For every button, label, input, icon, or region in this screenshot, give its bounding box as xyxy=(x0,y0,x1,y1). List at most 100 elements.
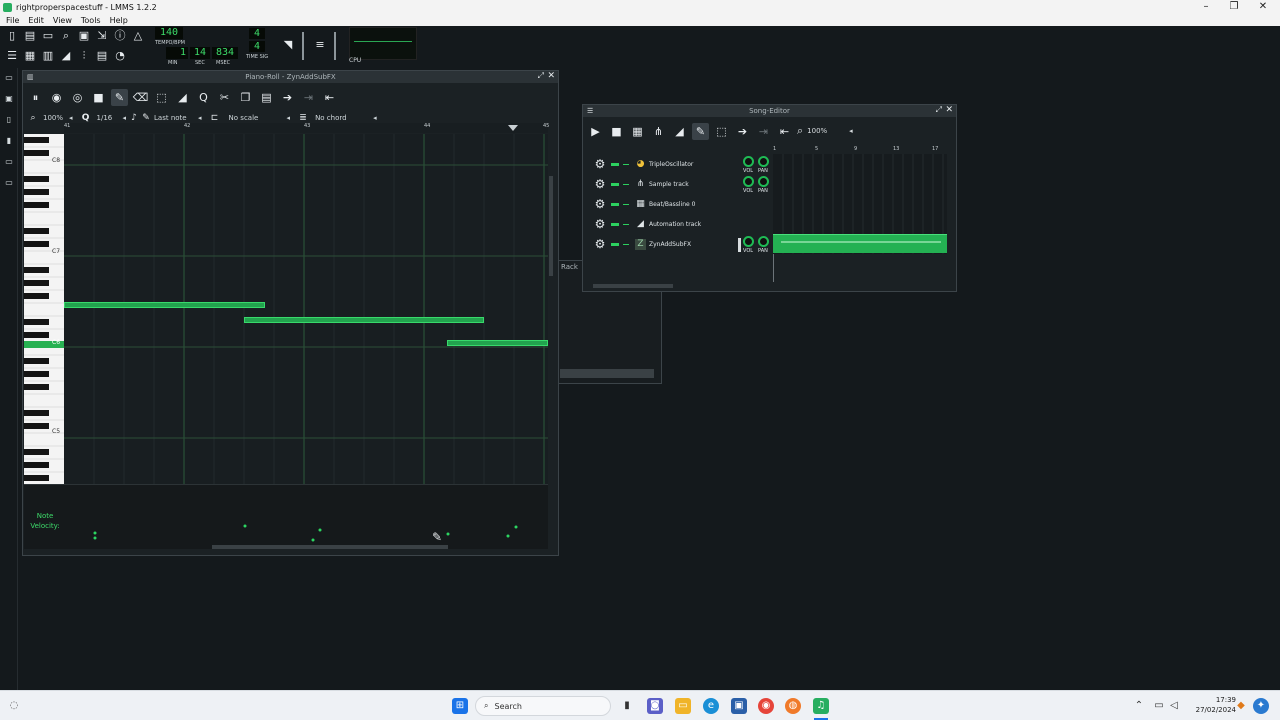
open-project-icon[interactable]: ▭ xyxy=(41,29,55,43)
song-editor-close-icon[interactable]: ✕ xyxy=(945,105,953,115)
notification-bell-icon[interactable]: ◆ xyxy=(1233,698,1249,714)
start-button-icon[interactable]: ⊞ xyxy=(452,698,468,714)
copy-icon[interactable]: ❐ xyxy=(237,89,254,106)
track-name[interactable]: ZynAddSubFX xyxy=(649,241,691,248)
record-icon[interactable]: ◉ xyxy=(48,89,65,106)
chord-dropdown-arrow-icon[interactable]: ◂ xyxy=(373,114,377,122)
cut-icon[interactable]: ✂ xyxy=(216,89,233,106)
widgets-icon[interactable]: ◌ xyxy=(6,698,22,714)
project-notes-icon[interactable]: ▤ xyxy=(95,49,109,63)
track-solo-toggle[interactable] xyxy=(623,223,629,225)
zynaddsubfx-pattern-clip[interactable] xyxy=(773,234,947,253)
firefox-icon[interactable]: ◍ xyxy=(785,698,801,714)
menu-tools[interactable]: Tools xyxy=(81,16,101,25)
paste-icon[interactable]: ▤ xyxy=(258,89,275,106)
chord-value[interactable]: No chord xyxy=(315,114,373,122)
controller-rack-icon[interactable]: ◔ xyxy=(113,49,127,63)
stop-icon[interactable]: ■ xyxy=(90,89,107,106)
my-presets-icon[interactable]: ▮ xyxy=(4,136,14,146)
copilot-icon[interactable]: ✦ xyxy=(1253,698,1269,714)
instrument-plugins-icon[interactable]: ▭ xyxy=(4,73,14,83)
track-settings-gear-icon[interactable]: ⚙ xyxy=(593,197,607,211)
track-name[interactable]: Beat/Bassline 0 xyxy=(649,201,695,208)
track-settings-gear-icon[interactable]: ⚙ xyxy=(593,177,607,191)
time-sig-numerator[interactable]: 4 xyxy=(249,28,265,39)
note-block[interactable] xyxy=(447,340,548,346)
track-row[interactable]: ⚙ ▦ Beat/Bassline 0 xyxy=(584,194,771,214)
file-explorer-icon[interactable]: ▭ xyxy=(675,698,691,714)
song-loop-points-icon[interactable]: ⇥ xyxy=(755,123,772,140)
network-icon[interactable]: ▭ xyxy=(1151,698,1167,714)
track-settings-gear-icon[interactable]: ⚙ xyxy=(593,237,607,251)
maximize-button[interactable]: ❐ xyxy=(1220,0,1248,14)
my-samples-icon[interactable]: ▯ xyxy=(4,115,14,125)
fx-mixer-icon[interactable]: ⫶ xyxy=(77,49,91,63)
track-name[interactable]: Automation track xyxy=(649,221,701,228)
rack-scrollbar[interactable] xyxy=(560,369,654,378)
scale-value[interactable]: No scale xyxy=(229,114,287,122)
track-volume-knob[interactable] xyxy=(743,236,754,247)
close-button[interactable]: ✕ xyxy=(1249,0,1277,14)
track-solo-toggle[interactable] xyxy=(623,163,629,165)
add-automation-track-icon[interactable]: ◢ xyxy=(671,123,688,140)
time-sig-denominator[interactable]: 4 xyxy=(249,41,265,52)
note-grid[interactable] xyxy=(64,134,548,484)
recent-projects-icon[interactable]: ⌕ xyxy=(59,29,73,43)
edge-icon[interactable]: e xyxy=(703,698,719,714)
piano-roll-vertical-scrollbar[interactable] xyxy=(549,176,553,276)
beat-bassline-icon[interactable]: ▦ xyxy=(23,49,37,63)
track-solo-toggle[interactable] xyxy=(623,183,629,185)
piano-roll-close-icon[interactable]: ✕ xyxy=(547,71,555,81)
track-solo-toggle[interactable] xyxy=(623,203,629,205)
quantize-value[interactable]: 1/16 xyxy=(97,114,123,122)
new-from-template-icon[interactable]: ▤ xyxy=(23,29,37,43)
scale-dropdown-arrow-icon[interactable]: ◂ xyxy=(287,114,291,122)
select-mode-icon[interactable]: ⬚ xyxy=(153,89,170,106)
draw-mode-icon[interactable]: ✎ xyxy=(111,88,128,106)
playhead-marker-icon[interactable] xyxy=(508,125,518,131)
menu-help[interactable]: Help xyxy=(110,16,128,25)
my-computer-icon[interactable]: ▭ xyxy=(4,178,14,188)
tempo-display[interactable]: 140 xyxy=(155,27,183,39)
song-edit-mode-icon[interactable]: ⬚ xyxy=(713,123,730,140)
taskbar-search-box[interactable]: ⌕ Search xyxy=(475,696,611,716)
zoom-value[interactable]: 100% xyxy=(43,114,69,122)
track-pan-knob[interactable] xyxy=(758,176,769,187)
add-beat-bassline-icon[interactable]: ▦ xyxy=(629,123,646,140)
task-view-icon[interactable]: ▮ xyxy=(619,698,635,714)
note-length-value[interactable]: Last note xyxy=(154,114,198,122)
pause-icon[interactable]: ⏸ xyxy=(27,89,44,106)
song-zoom-dropdown-arrow-icon[interactable]: ◂ xyxy=(849,127,853,135)
note-velocity-panel[interactable]: Note Velocity: xyxy=(24,484,548,549)
chrome-icon[interactable]: ◉ xyxy=(758,698,774,714)
erase-mode-icon[interactable]: ⌫ xyxy=(132,89,149,106)
menu-edit[interactable]: Edit xyxy=(28,16,44,25)
export-project-icon[interactable]: ⇲ xyxy=(95,29,109,43)
master-pitch-slider[interactable] xyxy=(334,32,336,60)
taskbar-date[interactable]: 27/02/2024 xyxy=(1186,706,1236,714)
lmms-taskbar-icon[interactable]: ♫ xyxy=(813,698,829,714)
zoom-dropdown-arrow-icon[interactable]: ◂ xyxy=(69,114,73,122)
song-draw-mode-icon[interactable]: ✎ xyxy=(692,122,709,140)
note-block[interactable] xyxy=(244,317,484,323)
track-mute-toggle[interactable] xyxy=(611,242,619,246)
my-projects-icon[interactable]: ▣ xyxy=(4,94,14,104)
song-autoscroll-icon[interactable]: ➔ xyxy=(734,123,751,140)
note-block[interactable] xyxy=(64,302,265,308)
menu-view[interactable]: View xyxy=(53,16,72,25)
song-horizontal-scrollbar[interactable] xyxy=(593,284,673,288)
song-play-icon[interactable]: ▶ xyxy=(587,123,604,140)
record-while-playing-icon[interactable]: ◎ xyxy=(69,89,86,106)
track-row[interactable]: ⚙ ◢ Automation track xyxy=(584,214,771,234)
stop-behaviour-icon[interactable]: ⇤ xyxy=(321,89,338,106)
track-pan-knob[interactable] xyxy=(758,156,769,167)
loop-points-icon[interactable]: ⇥ xyxy=(300,89,317,106)
track-mute-toggle[interactable] xyxy=(611,222,619,226)
menu-file[interactable]: File xyxy=(6,16,19,25)
add-sample-track-icon[interactable]: ⋔ xyxy=(650,123,667,140)
automation-editor-icon[interactable]: ◢ xyxy=(59,49,73,63)
song-editor-maximize-icon[interactable]: ⤢ xyxy=(936,105,942,115)
track-solo-toggle[interactable] xyxy=(623,243,629,245)
quantize-icon[interactable]: Q xyxy=(195,89,212,106)
my-home-icon[interactable]: ▭ xyxy=(4,157,14,167)
